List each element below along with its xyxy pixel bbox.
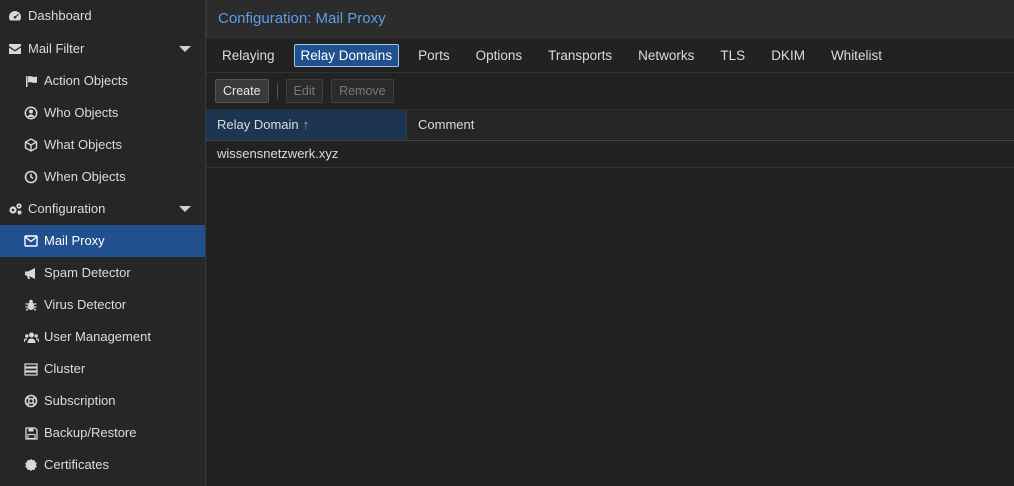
page-title: Configuration: Mail Proxy — [206, 0, 1014, 38]
sidebar-item-label: Action Objects — [44, 73, 128, 88]
dashboard-icon — [7, 8, 23, 24]
users-icon — [23, 329, 39, 345]
app-window: Dashboard Mail Filter Action Objects Who… — [0, 0, 1014, 486]
edit-button[interactable]: Edit — [285, 79, 324, 103]
sidebar-item-cluster[interactable]: Cluster — [0, 353, 205, 385]
certificate-icon — [23, 457, 39, 473]
sidebar-item-when-objects[interactable]: When Objects — [0, 161, 205, 193]
sidebar-item-subscription[interactable]: Subscription — [0, 385, 205, 417]
tab-ports[interactable]: Ports — [411, 44, 457, 67]
column-header-comment[interactable]: Comment — [407, 110, 1014, 140]
tab-options[interactable]: Options — [469, 44, 530, 67]
sidebar-item-configuration[interactable]: Configuration — [0, 193, 205, 225]
sidebar-item-label: Backup/Restore — [44, 425, 137, 440]
bug-icon — [23, 297, 39, 313]
sidebar-item-user-management[interactable]: User Management — [0, 321, 205, 353]
life-ring-icon — [23, 393, 39, 409]
chevron-down-icon[interactable] — [179, 46, 191, 52]
sidebar-item-label: Dashboard — [28, 8, 92, 23]
sidebar-item-action-objects[interactable]: Action Objects — [0, 65, 205, 97]
user-circle-icon — [23, 105, 39, 121]
main-panel: Configuration: Mail Proxy Relaying Relay… — [206, 0, 1014, 486]
create-button[interactable]: Create — [215, 79, 269, 103]
clock-icon — [23, 169, 39, 185]
tab-dkim[interactable]: DKIM — [764, 44, 812, 67]
sidebar-item-mail-proxy[interactable]: Mail Proxy — [0, 225, 205, 257]
sidebar-item-certificates[interactable]: Certificates — [0, 449, 205, 481]
tab-tls[interactable]: TLS — [713, 44, 752, 67]
tab-relay-domains[interactable]: Relay Domains — [293, 43, 400, 67]
floppy-icon — [23, 425, 39, 441]
grid-header: Relay Domain ↑ Comment — [206, 110, 1014, 141]
remove-button[interactable]: Remove — [331, 79, 394, 103]
cell-relay-domain: wissensnetzwerk.xyz — [217, 146, 339, 161]
tab-whitelist[interactable]: Whitelist — [824, 44, 889, 67]
sidebar-item-label: Certificates — [44, 457, 110, 472]
tab-relaying[interactable]: Relaying — [215, 44, 282, 67]
cell-comment — [407, 141, 1014, 167]
sidebar-item-what-objects[interactable]: What Objects — [0, 129, 205, 161]
column-header-relay-domain[interactable]: Relay Domain ↑ — [206, 110, 407, 140]
sidebar-item-label: Virus Detector — [44, 297, 127, 312]
server-icon — [23, 361, 39, 377]
sort-ascending-icon: ↑ — [302, 117, 310, 132]
sidebar-item-backup-restore[interactable]: Backup/Restore — [0, 417, 205, 449]
toolbar-separator — [276, 83, 278, 99]
sidebar-item-spam-detector[interactable]: Spam Detector — [0, 257, 205, 289]
tab-networks[interactable]: Networks — [631, 44, 701, 67]
chevron-down-icon[interactable] — [179, 206, 191, 212]
sidebar-item-label: Mail Filter — [28, 41, 85, 56]
gears-icon — [7, 201, 23, 217]
tab-bar: Relaying Relay Domains Ports Options Tra… — [206, 38, 1014, 73]
sidebar-item-label: Configuration — [28, 201, 106, 216]
table-row[interactable]: wissensnetzwerk.xyz — [206, 141, 1014, 168]
sidebar-item-mail-filter[interactable]: Mail Filter — [0, 33, 205, 65]
relay-domain-grid: Relay Domain ↑ Comment wissensnetzwerk.xy… — [206, 110, 1014, 486]
envelope-outline-icon — [23, 233, 39, 249]
cube-icon — [23, 137, 39, 153]
envelope-icon — [7, 41, 23, 57]
tab-transports[interactable]: Transports — [541, 44, 619, 67]
sidebar-item-label: Who Objects — [44, 105, 119, 120]
sidebar-item-label: What Objects — [44, 137, 123, 152]
sidebar-item-label: When Objects — [44, 169, 126, 184]
flag-icon — [23, 73, 39, 89]
sidebar-item-who-objects[interactable]: Who Objects — [0, 97, 205, 129]
bullhorn-icon — [23, 265, 39, 281]
sidebar-item-label: Subscription — [44, 393, 116, 408]
sidebar-item-label: Cluster — [44, 361, 86, 376]
sidebar-item-label: User Management — [44, 329, 151, 344]
sidebar: Dashboard Mail Filter Action Objects Who… — [0, 0, 206, 486]
toolbar: Create Edit Remove — [206, 73, 1014, 110]
sidebar-item-label: Spam Detector — [44, 265, 131, 280]
sidebar-item-label: Mail Proxy — [44, 233, 105, 248]
sidebar-item-dashboard[interactable]: Dashboard — [0, 0, 205, 33]
sidebar-item-virus-detector[interactable]: Virus Detector — [0, 289, 205, 321]
